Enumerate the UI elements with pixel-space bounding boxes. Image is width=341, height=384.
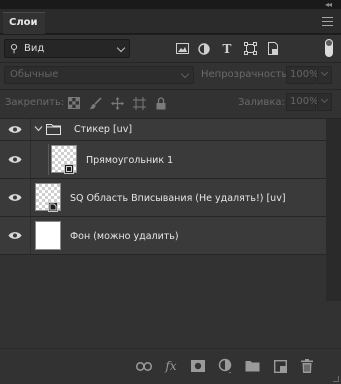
shape-badge-icon xyxy=(64,164,74,174)
panel-tab-bar: Слои xyxy=(0,9,341,34)
divider xyxy=(0,89,341,90)
chevron-down-icon xyxy=(116,43,126,53)
smart-object-badge-icon xyxy=(48,202,58,212)
group-indent-line xyxy=(48,144,49,175)
type-filter-icon[interactable]: T xyxy=(218,39,236,58)
tab-layers[interactable]: Слои xyxy=(3,12,45,34)
layers-bottom-bar: fx xyxy=(0,348,341,384)
lock-position-icon[interactable] xyxy=(109,96,125,110)
lock-transparent-icon[interactable] xyxy=(66,96,82,110)
blend-mode-value: Обычные xyxy=(10,69,59,80)
layers-panel: ⚲ Вид T Обычные Непрозрачность: 100% Зак… xyxy=(0,35,341,384)
divider xyxy=(30,119,31,140)
lock-all-icon[interactable] xyxy=(153,96,169,110)
lock-artboard-icon[interactable] xyxy=(131,96,147,110)
add-mask-icon[interactable] xyxy=(188,357,208,375)
fill-label: Заливка: xyxy=(238,97,285,108)
search-icon: ⚲ xyxy=(10,42,19,55)
layer-name: SQ Область Вписывания (Не удалять!) [uv] xyxy=(70,193,286,204)
top-strip: ◂◂ xyxy=(0,0,341,9)
visibility-eye-icon[interactable] xyxy=(0,217,30,254)
chevron-down-icon xyxy=(320,68,329,77)
chevron-down-icon[interactable] xyxy=(34,124,43,136)
link-layers-icon[interactable] xyxy=(134,357,154,375)
layers-scrollbar[interactable] xyxy=(326,119,341,301)
visibility-eye-icon[interactable] xyxy=(0,141,30,178)
lock-image-icon[interactable] xyxy=(87,96,103,110)
layer-row-group[interactable]: Стикер [uv] xyxy=(0,119,326,141)
delete-layer-icon[interactable] xyxy=(297,357,317,375)
layer-row-background[interactable]: Фон (можно удалить) xyxy=(0,217,326,255)
new-layer-icon[interactable] xyxy=(270,357,290,375)
shape-filter-icon[interactable] xyxy=(241,39,259,58)
adjustment-layer-icon[interactable] xyxy=(215,357,235,375)
opacity-input[interactable]: 100% xyxy=(286,66,319,84)
divider xyxy=(0,62,341,63)
filter-kind-select[interactable]: ⚲ Вид xyxy=(4,39,130,58)
visibility-eye-icon[interactable] xyxy=(0,179,30,216)
blend-mode-select[interactable]: Обычные xyxy=(4,66,194,84)
layer-thumbnail xyxy=(35,221,61,250)
collapse-panel-icon[interactable]: ◂◂ xyxy=(325,0,332,9)
filter-toggle-switch[interactable] xyxy=(325,39,333,57)
layer-style-icon[interactable]: fx xyxy=(161,357,181,375)
filter-kind-value: Вид xyxy=(24,43,45,54)
layer-name: Стикер [uv] xyxy=(74,124,133,135)
divider xyxy=(30,217,31,254)
adjustment-filter-icon[interactable] xyxy=(195,39,213,58)
fill-dropdown-button[interactable] xyxy=(317,93,332,111)
opacity-dropdown-button[interactable] xyxy=(317,66,332,84)
resize-grip[interactable] xyxy=(333,376,339,382)
new-group-icon[interactable] xyxy=(242,357,262,375)
chevron-down-icon xyxy=(180,69,190,79)
folder-icon xyxy=(46,123,61,138)
panel-menu-icon[interactable] xyxy=(322,17,333,26)
fill-input[interactable]: 100% xyxy=(286,93,319,111)
chevron-down-icon xyxy=(320,95,329,104)
layer-name: Прямоугольник 1 xyxy=(86,155,174,166)
lock-label: Закрепить: xyxy=(5,97,65,108)
divider xyxy=(30,179,31,216)
layer-row-smart-object[interactable]: SQ Область Вписывания (Не удалять!) [uv] xyxy=(0,179,326,217)
divider xyxy=(30,141,31,178)
opacity-label: Непрозрачность: xyxy=(201,69,291,80)
layer-name: Фон (можно удалить) xyxy=(70,231,179,242)
smart-object-filter-icon[interactable] xyxy=(264,39,282,58)
image-filter-icon[interactable] xyxy=(173,39,191,58)
visibility-eye-icon[interactable] xyxy=(0,119,30,140)
layer-row-shape[interactable]: Прямоугольник 1 xyxy=(0,141,326,179)
